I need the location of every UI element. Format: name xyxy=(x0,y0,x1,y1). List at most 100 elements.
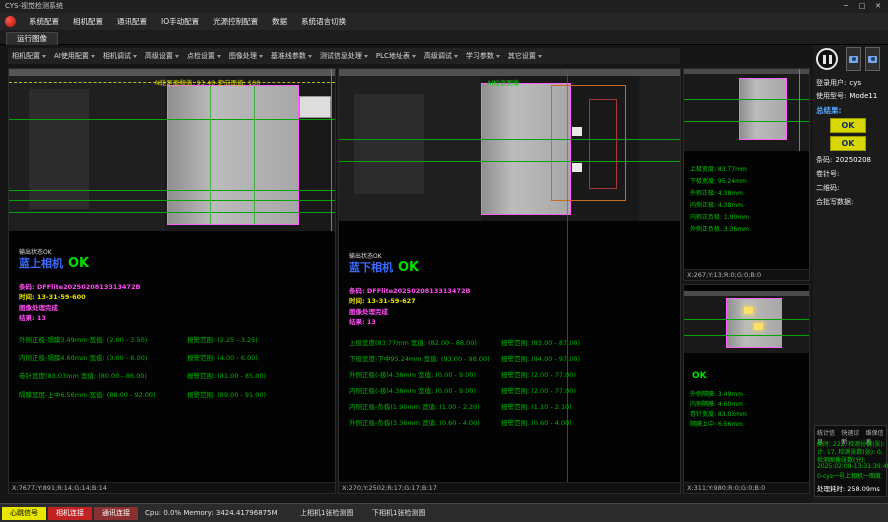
camera2-process-status: 图像处理完成 xyxy=(349,306,388,316)
tab-highlight xyxy=(572,163,582,172)
camera2-result: 结果: 13 xyxy=(349,316,376,326)
camera1-live-image[interactable]: N轮距离和值: 93.40-定向面值: 100 xyxy=(9,69,335,231)
cpu-memory-status: Cpu: 0.0% Memory: 3424.41796875M xyxy=(145,507,278,520)
needle-number-label: 卷针号: xyxy=(816,170,839,178)
camera1-name: 蓝上相机 xyxy=(19,255,63,271)
ribbon-tab-advanced-settings[interactable]: 高级设置 xyxy=(141,48,183,64)
maximize-button[interactable]: □ xyxy=(854,0,870,13)
ribbon-tab-baseline-params[interactable]: 基准线参数 xyxy=(267,48,316,64)
ribbon-tab-ai-config[interactable]: AI使用配置 xyxy=(50,48,99,64)
measure-line xyxy=(254,86,255,224)
alarm-range: 报警范围: (81.00 - 85.00) xyxy=(187,370,266,380)
ribbon-tab-advanced-debug[interactable]: 高级调试 xyxy=(420,48,462,64)
measure-value: 内侧正极(-极)4.38mm 宽值: (0.00 - 9.00) xyxy=(349,387,476,395)
barcode-row: 条码:20250208 xyxy=(816,155,886,165)
alarm-range: 报警范围: (0.60 - 4.00) xyxy=(501,417,572,427)
camera2-live-image[interactable]: AI检测图像 xyxy=(339,69,680,221)
qr-code-row: 二维码: xyxy=(816,183,886,193)
view-tab-row: 运行图像 xyxy=(0,30,888,45)
alarm-range: 报警范围: (2.00 - 77.00) xyxy=(501,369,576,379)
measure-value: 外侧正极(-极)4.38mm 宽值: (0.00 - 9.00) xyxy=(349,371,476,379)
total-result-box-2: OK xyxy=(830,136,866,151)
menu-io-manual-config[interactable]: IO手动配置 xyxy=(154,13,206,30)
upper-camera-view-button[interactable] xyxy=(846,47,861,71)
chevron-down-icon xyxy=(91,55,95,58)
measure-line-vertical xyxy=(799,69,800,151)
total-result-box-1: OK xyxy=(830,118,866,133)
menu-comm-config[interactable]: 通讯配置 xyxy=(110,13,154,30)
measure-line xyxy=(9,190,335,191)
barcode-value: 20250208 xyxy=(835,156,871,164)
lower-camera-view-button[interactable] xyxy=(865,47,880,71)
tab-run-image[interactable]: 运行图像 xyxy=(6,32,58,45)
camera2-overlay-text: AI检测图像 xyxy=(487,77,519,87)
ribbon-tab-label: 相机配置 xyxy=(12,51,40,61)
ribbon-tab-label: 测试信息处理 xyxy=(320,51,362,61)
thumbnail1-image[interactable] xyxy=(684,69,809,151)
ribbon-tab-label: 基准线参数 xyxy=(271,51,306,61)
measure-value: 内侧正极-负极(1.90mm 宽值: (1.00 - 2.20) xyxy=(349,403,480,411)
menu-system-config[interactable]: 系统配置 xyxy=(22,13,66,30)
ribbon-tab-label: AI使用配置 xyxy=(54,51,89,61)
login-user-label: 登录用户: xyxy=(816,79,846,87)
login-user-value: cys xyxy=(849,79,861,87)
measure-line xyxy=(684,99,809,100)
chevron-down-icon xyxy=(454,55,458,58)
chevron-down-icon xyxy=(133,55,137,58)
ribbon-tab-label: 图像处理 xyxy=(229,51,257,61)
model-row: 使用型号:Mode11 xyxy=(816,91,886,101)
measure-line xyxy=(9,212,335,213)
batch-data-label: 合批写数据: xyxy=(816,198,853,206)
camera2-barcode: 条码: DFFlite2025020813313472B xyxy=(349,285,470,295)
menu-language-switch[interactable]: 系统语言切换 xyxy=(294,13,353,30)
camera2-ok-status: OK xyxy=(398,260,419,275)
chevron-down-icon xyxy=(412,55,416,58)
measure-line-vertical xyxy=(331,69,332,231)
menu-light-control-config[interactable]: 光源控制配置 xyxy=(206,13,265,30)
ribbon-tab-camera-debug[interactable]: 相机调试 xyxy=(99,48,141,64)
tab-highlight xyxy=(754,323,763,330)
camera2-measure-row: 上极宽度(83.77mm 宽值: (82.00 - 88.00)报警范围: (8… xyxy=(349,337,676,347)
tab-connector xyxy=(299,96,331,118)
camera1-measure-row: 卷针宽度(83.03mm 宽值: (80.00 - 86.00)报警范围: (8… xyxy=(19,370,331,380)
pause-button[interactable] xyxy=(816,48,838,70)
ribbon-tab-plc-address[interactable]: PLC地址表 xyxy=(372,48,420,64)
menu-camera-config[interactable]: 相机配置 xyxy=(66,13,110,30)
ribbon-tab-camera-config[interactable]: 相机配置 xyxy=(8,48,50,64)
ribbon-tab-image-processing[interactable]: 图像处理 xyxy=(225,48,267,64)
minimize-button[interactable]: ─ xyxy=(838,0,854,13)
alarm-range: 报警范围: (2.00 - 77.00) xyxy=(501,385,576,395)
measure-value: 外侧正极-隔膜3.49mm 宽值: (2.00 - 3.50) xyxy=(19,336,147,344)
camera2-title: 蓝下相机 OK xyxy=(349,259,419,275)
ribbon-tab-strip: 相机配置 AI使用配置 相机调试 高级设置 点检设置 图像处理 基准线参数 测试… xyxy=(8,48,680,64)
thumbnail2-image[interactable] xyxy=(684,291,809,353)
thumb1-info-line: 上极宽度: 83.77mm xyxy=(690,164,747,173)
thumb2-info-line: 内侧隔膜: 4.60mm xyxy=(690,399,743,408)
ribbon-tab-other-settings[interactable]: 其它设置 xyxy=(504,48,546,64)
measure-value: 下极宽度-下中95.24mm 宽值: (93.00 - 98.00) xyxy=(349,355,490,363)
ribbon-tab-label: 相机调试 xyxy=(103,51,131,61)
camera1-measure-row: 外侧正极-隔膜3.49mm 宽值: (2.00 - 3.50)报警范围: (2.… xyxy=(19,334,331,344)
measure-line xyxy=(9,200,335,201)
ribbon-tab-spot-check[interactable]: 点检设置 xyxy=(183,48,225,64)
chevron-down-icon xyxy=(538,55,542,58)
chevron-down-icon xyxy=(42,55,46,58)
ribbon-tab-test-info[interactable]: 测试信息处理 xyxy=(316,48,372,64)
defect-region xyxy=(589,99,617,189)
machine-silhouette xyxy=(639,76,680,221)
close-button[interactable]: ✕ xyxy=(870,0,886,13)
upper-camera-count: 上相机1张检测图 xyxy=(300,507,353,520)
thumb1-info-line: 外侧正负极: 3.36mm xyxy=(690,224,749,233)
camera-link-indicator: 相机连接 xyxy=(48,507,92,520)
camera1-pixel-coords: X:7677;Y:891;R:14;G:14;B:14 xyxy=(9,482,335,493)
measure-line xyxy=(339,161,680,162)
ribbon-tab-learning-params[interactable]: 学习参数 xyxy=(462,48,504,64)
menu-data[interactable]: 数据 xyxy=(265,13,294,30)
camera2-measure-row: 内侧正极-负极(1.90mm 宽值: (1.00 - 2.20)报警范围: (1… xyxy=(349,401,676,411)
process-time: 处理耗时: 258.09ms xyxy=(817,483,880,493)
camera1-measure-row: 隔膜宽度-上中6.56mm 宽值: (88.00 - 92.00)报警范围: (… xyxy=(19,389,331,399)
thumbnail2-panel: OK 外侧隔膜: 3.49mm 内侧隔膜: 4.60mm 卷针宽度: 83.03… xyxy=(683,284,810,494)
stat-line: 0-cys一号上相机一图度 xyxy=(817,471,881,480)
pause-icon xyxy=(829,55,832,64)
alarm-range: 报警范围: (94.00 - 97.00) xyxy=(501,353,580,363)
